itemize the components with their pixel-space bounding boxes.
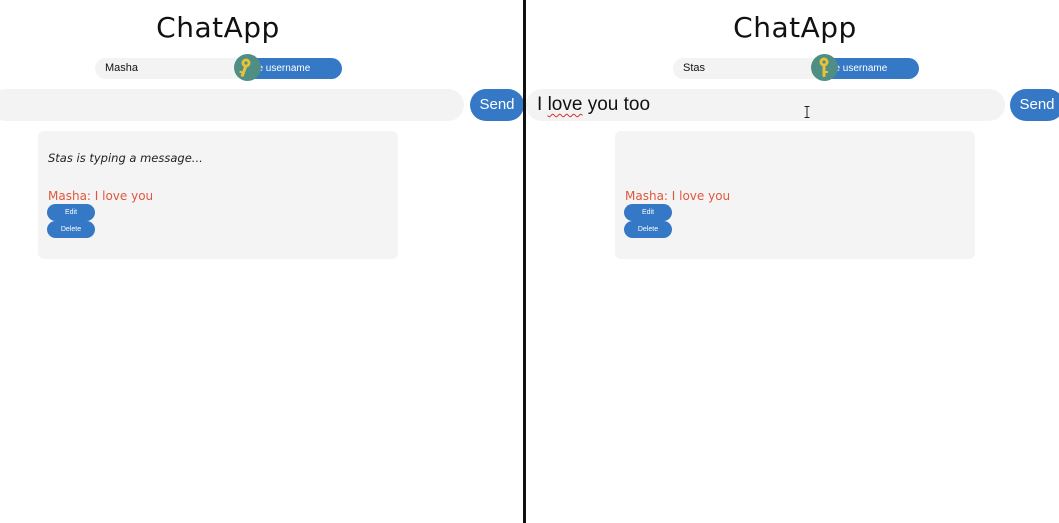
- text-cursor-icon: [804, 106, 810, 118]
- screen: ChatApp Masha Change username Send Stas …: [0, 0, 1059, 523]
- message-word: I: [537, 94, 543, 115]
- delete-button[interactable]: Delete: [47, 221, 95, 238]
- left-window: ChatApp Masha Change username Send Stas …: [0, 0, 524, 523]
- delete-button[interactable]: Delete: [624, 221, 672, 238]
- edit-button[interactable]: Edit: [47, 204, 95, 221]
- chat-box: Masha: I love you Edit Delete: [615, 131, 975, 259]
- app-title: ChatApp: [733, 11, 857, 44]
- send-button[interactable]: Send: [1010, 89, 1059, 121]
- username-input[interactable]: Masha: [95, 58, 245, 79]
- send-button[interactable]: Send: [470, 89, 524, 121]
- message-word: love: [547, 94, 583, 115]
- message-word: you: [587, 94, 619, 115]
- key-icon[interactable]: [234, 54, 261, 81]
- message-word: too: [623, 94, 651, 115]
- edit-button[interactable]: Edit: [624, 204, 672, 221]
- key-icon[interactable]: [811, 54, 838, 81]
- message-text: Masha: I love you: [48, 189, 154, 203]
- message-input[interactable]: I love you too: [526, 89, 1005, 121]
- app-title: ChatApp: [156, 11, 280, 44]
- message-text: Masha: I love you: [625, 189, 731, 203]
- chat-box: Stas is typing a message... Masha: I lov…: [38, 131, 398, 259]
- message-input[interactable]: [0, 89, 464, 121]
- username-input[interactable]: Stas: [673, 58, 823, 79]
- right-window: ChatApp Stas Change username I love you …: [526, 0, 1059, 523]
- typing-indicator: Stas is typing a message...: [48, 151, 203, 165]
